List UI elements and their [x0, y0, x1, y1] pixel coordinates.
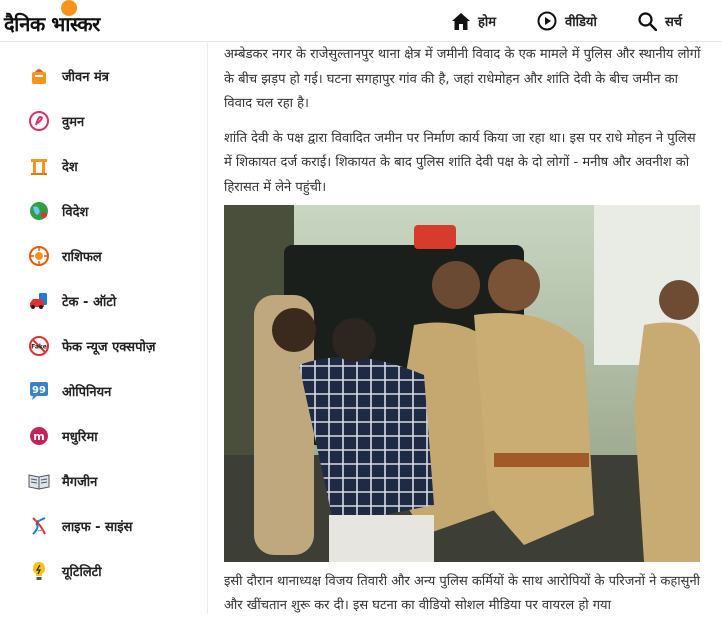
article-body: अम्बेडकर नगर के राजेसुल्तानपुर थाना क्षे… [224, 43, 702, 200]
article-photo[interactable] [224, 205, 700, 562]
svg-text:99: 99 [32, 385, 46, 396]
sidebar-item-tech-auto[interactable]: टेक - ऑटो [28, 286, 116, 316]
home-icon [452, 12, 470, 30]
nav-home-label: होम [478, 15, 497, 30]
sidebar-item-label: राशिफल [62, 250, 102, 265]
svg-text:m: m [33, 430, 44, 443]
sidebar-item-opinion[interactable]: 99 ओपिनियन [28, 376, 111, 406]
sidebar-item-label: वुमन [62, 115, 85, 130]
sidebar-item-label: मधुरिमा [62, 430, 98, 445]
logo-text: दैनिक भास्कर [4, 12, 100, 36]
sidebar-item-utility[interactable]: यूटिलिटी [28, 556, 102, 586]
sidebar-item-label: ओपिनियन [62, 385, 112, 400]
sidebar-item-label: यूटिलिटी [62, 565, 102, 580]
article-paragraph-2: शांति देवी के पक्ष द्वारा विवादित जमीन प… [224, 130, 696, 195]
nav-video[interactable]: वीडियो [537, 0, 597, 42]
madhurima-icon: m [28, 425, 50, 447]
fake-news-icon: Fake [28, 335, 50, 357]
sidebar-item-label: जीवन मंत्र [62, 70, 109, 85]
sidebar-item-label: टेक - ऑटो [62, 295, 117, 310]
sidebar-item-label: देश [62, 160, 78, 175]
magazine-icon [28, 470, 50, 492]
sidebar-item-rashifal[interactable]: राशिफल [28, 241, 102, 271]
tech-auto-icon [28, 290, 50, 312]
svg-text:Fake: Fake [31, 344, 47, 351]
sidebar-item-videsh[interactable]: विदेश [28, 196, 88, 226]
top-navigation-bar: दैनिक भास्कर होम वीडियो सर्च [0, 0, 722, 42]
nav-search[interactable]: सर्च [638, 0, 682, 42]
rashifal-icon [28, 245, 50, 267]
nav-home[interactable]: होम [452, 0, 496, 42]
sidebar: जीवन मंत्र वुमन देश विदेश राशिफल टेक - ऑ… [0, 43, 208, 614]
utility-icon [28, 560, 50, 582]
sidebar-item-fake-news[interactable]: Fake फेक न्यूज एक्सपोज़ [28, 331, 155, 361]
article-paragraph-3: इसी दौरान थानाध्यक्ष विजय तिवारी और अन्य… [224, 574, 701, 613]
videsh-icon [28, 200, 50, 222]
sidebar-item-label: फेक न्यूज एक्सपोज़ [62, 340, 156, 355]
sidebar-item-life-science[interactable]: लाइफ - साइंस [28, 511, 132, 541]
sidebar-item-label: विदेश [62, 205, 89, 220]
nav-search-label: सर्च [665, 15, 683, 30]
desh-icon [28, 155, 50, 177]
sidebar-item-magazine[interactable]: मैगजीन [28, 466, 97, 496]
search-icon [638, 11, 657, 31]
article-paragraph-1: अम्बेडकर नगर के राजेसुल्तानपुर थाना क्षे… [224, 47, 701, 111]
play-icon [537, 11, 557, 31]
sidebar-item-label: मैगजीन [62, 475, 98, 490]
dainik-bhaskar-logo[interactable]: दैनिक भास्कर [4, 0, 124, 36]
sidebar-item-madhurima[interactable]: m मधुरिमा [28, 421, 98, 451]
sidebar-item-desh[interactable]: देश [28, 151, 78, 181]
jeevan-mantra-icon [28, 65, 50, 87]
life-science-icon [28, 515, 50, 537]
sidebar-item-woman[interactable]: वुमन [28, 106, 84, 136]
nav-video-label: वीडियो [565, 15, 597, 30]
photo-scene [224, 205, 700, 562]
sidebar-item-jeevan-mantra[interactable]: जीवन मंत्र [28, 61, 109, 91]
opinion-icon: 99 [28, 380, 50, 402]
woman-icon [28, 110, 50, 132]
sidebar-item-label: लाइफ - साइंस [62, 520, 133, 535]
